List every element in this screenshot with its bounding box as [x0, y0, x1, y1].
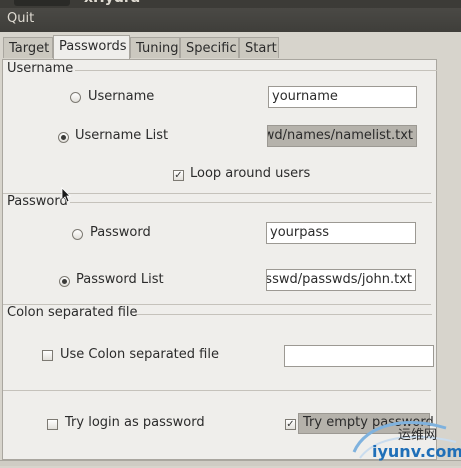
password-radio[interactable] — [72, 229, 83, 240]
window-controls[interactable] — [14, 0, 70, 6]
password-list-field[interactable]: passwd/passwds/john.txt — [266, 269, 416, 291]
tab-start[interactable]: Start — [239, 37, 279, 58]
colon-group-frame — [135, 314, 432, 315]
password-field[interactable]: yourpass — [266, 222, 416, 244]
menu-item-quit[interactable]: Quit — [7, 11, 34, 26]
username-radio[interactable] — [70, 92, 81, 103]
password-list-radio-label: Password List — [76, 272, 164, 287]
colon-group-title: Colon separated file — [7, 305, 138, 320]
username-list-field[interactable]: /passwd/names/namelist.txt — [267, 125, 417, 147]
mouse-pointer-icon — [61, 187, 71, 203]
try-login-as-password-checkbox[interactable] — [47, 419, 58, 430]
colon-group-bottom-border — [3, 390, 431, 391]
passwords-panel — [2, 59, 437, 460]
username-group-frame — [75, 70, 437, 71]
try-login-as-password-label: Try login as password — [65, 415, 205, 430]
window-title: xHydra — [84, 0, 140, 6]
username-field[interactable]: yourname — [268, 86, 417, 108]
tab-passwords[interactable]: Passwords — [53, 35, 130, 59]
try-empty-password-label: Try empty password — [303, 415, 434, 430]
title-bar: xHydra — [0, 0, 461, 8]
password-group-title: Password — [7, 194, 68, 209]
use-colon-file-label: Use Colon separated file — [60, 347, 219, 362]
colon-file-field[interactable] — [284, 345, 434, 367]
username-list-value: /passwd/names/namelist.txt — [268, 128, 413, 143]
tab-tuning[interactable]: Tuning — [130, 37, 180, 58]
menu-bar: Quit — [0, 8, 461, 32]
password-group-frame — [70, 202, 432, 203]
status-bar — [0, 460, 461, 466]
loop-around-users-label: Loop around users — [190, 166, 311, 181]
try-empty-password-checkbox[interactable]: ✓ — [285, 419, 296, 430]
password-radio-label: Password — [90, 225, 151, 240]
password-list-value: passwd/passwds/john.txt — [266, 272, 412, 287]
username-radio-label: Username — [88, 89, 155, 104]
tab-target[interactable]: Target — [3, 37, 53, 58]
tab-specific[interactable]: Specific — [180, 37, 239, 58]
username-group-title: Username — [7, 61, 74, 76]
loop-around-users-checkbox[interactable]: ✓ — [173, 170, 184, 181]
use-colon-file-checkbox[interactable] — [42, 350, 53, 361]
username-list-radio-label: Username List — [75, 128, 169, 143]
password-list-radio[interactable] — [59, 276, 70, 287]
username-list-radio[interactable] — [58, 132, 69, 143]
